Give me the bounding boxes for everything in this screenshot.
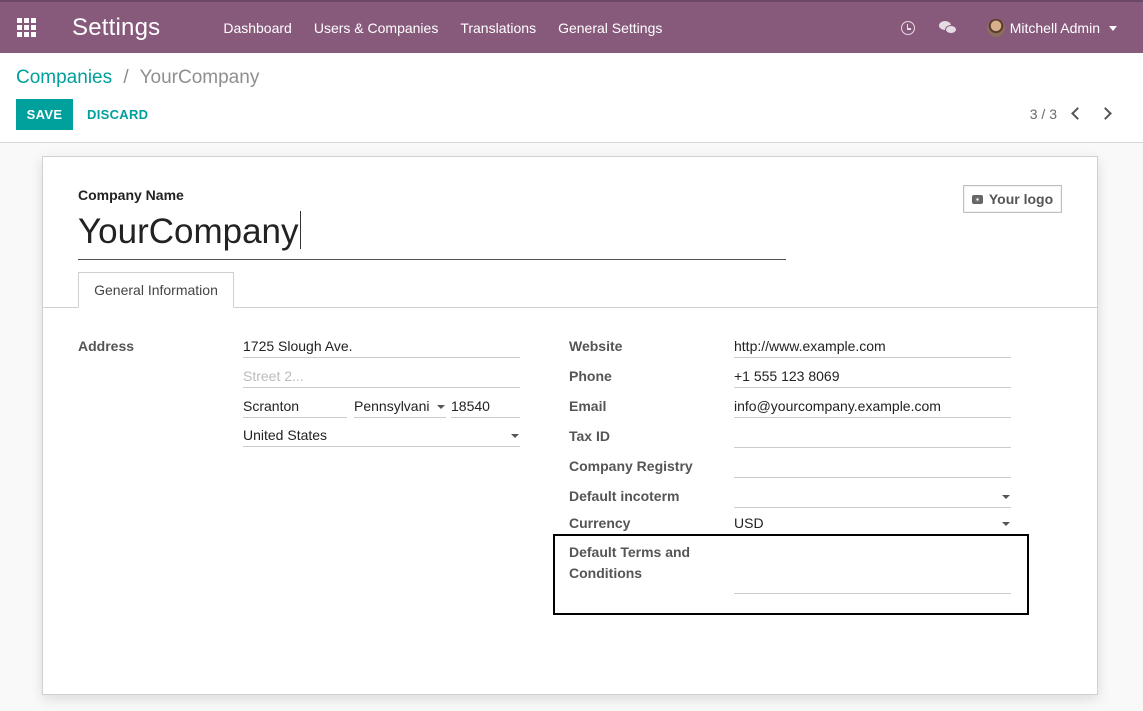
website-input[interactable]: http://www.example.com (734, 336, 1011, 358)
menu-item-users-companies[interactable]: Users & Companies (303, 2, 450, 54)
app-title[interactable]: Settings (72, 14, 160, 42)
incoterm-chevron-down-icon[interactable] (1002, 495, 1010, 499)
currency-select[interactable]: USD (734, 513, 1011, 535)
text-cursor (299, 211, 302, 249)
save-button[interactable]: SAVE (16, 99, 73, 130)
company-name-input[interactable]: YourCompany (78, 210, 786, 260)
discard-button[interactable]: DISCARD (87, 99, 148, 130)
logo-button-label: Your logo (988, 191, 1054, 207)
company-name-value: YourCompany (78, 212, 299, 251)
city-input[interactable]: Scranton (243, 396, 347, 418)
logo-upload-button[interactable]: Your logo (963, 185, 1062, 213)
highlight-box (553, 534, 1029, 615)
state-value: Pennsylvani (354, 398, 430, 414)
incoterm-label: Default incoterm (569, 488, 680, 504)
street-input[interactable]: 1725 Slough Ave. (243, 336, 520, 358)
zip-input[interactable]: 18540 (451, 396, 520, 418)
country-chevron-down-icon[interactable] (511, 434, 519, 438)
user-menu-name[interactable]: Mitchell Admin (1010, 20, 1100, 36)
email-input[interactable]: info@yourcompany.example.com (734, 396, 1011, 418)
state-chevron-down-icon[interactable] (437, 405, 445, 409)
company-registry-input[interactable] (734, 456, 1011, 478)
company-registry-label: Company Registry (569, 458, 693, 474)
menu-item-translations[interactable]: Translations (449, 2, 547, 54)
main-menu: Dashboard Users & Companies Translations… (212, 2, 673, 54)
top-navbar: Settings Dashboard Users & Companies Tra… (0, 0, 1143, 53)
apps-menu-icon[interactable] (0, 2, 52, 54)
chevron-down-icon[interactable] (1109, 25, 1117, 31)
menu-item-dashboard[interactable]: Dashboard (212, 2, 303, 54)
phone-input[interactable]: +1 555 123 8069 (734, 366, 1011, 388)
country-select[interactable]: United States (243, 425, 520, 447)
breadcrumb-companies-link[interactable]: Companies (16, 67, 112, 88)
pager-previous-icon[interactable] (1071, 107, 1084, 120)
country-value: United States (243, 427, 328, 443)
pager-next-icon[interactable] (1099, 107, 1112, 120)
currency-label: Currency (569, 515, 631, 531)
form-sheet: Company Name YourCompany Your logo Gener… (42, 156, 1098, 695)
breadcrumb-current: YourCompany (139, 67, 260, 88)
pager-counter[interactable]: 3 / 3 (1030, 106, 1057, 122)
currency-value: USD (734, 515, 764, 531)
breadcrumb-separator: / (123, 67, 129, 88)
phone-label: Phone (569, 368, 612, 384)
user-avatar[interactable] (986, 19, 1005, 37)
menu-item-general-settings[interactable]: General Settings (547, 2, 673, 54)
tax-id-label: Tax ID (569, 428, 610, 444)
camera-icon (971, 194, 983, 204)
activity-clock-icon[interactable] (900, 21, 915, 35)
state-select[interactable]: Pennsylvani (354, 396, 446, 418)
email-label: Email (569, 398, 607, 414)
incoterm-select[interactable] (734, 486, 1011, 508)
tax-id-input[interactable] (734, 426, 1011, 448)
tab-general-information[interactable]: General Information (78, 272, 234, 308)
website-label: Website (569, 338, 623, 354)
street2-input[interactable]: Street 2... (243, 366, 520, 388)
messaging-chat-icon[interactable] (938, 21, 959, 35)
currency-chevron-down-icon[interactable] (1002, 522, 1010, 526)
breadcrumb: Companies / YourCompany (16, 67, 259, 89)
company-name-label: Company Name (78, 187, 184, 203)
systray: Mitchell Admin (900, 2, 1143, 54)
address-label: Address (78, 338, 135, 354)
control-panel: Companies / YourCompany SAVE DISCARD 3 /… (0, 53, 1143, 143)
